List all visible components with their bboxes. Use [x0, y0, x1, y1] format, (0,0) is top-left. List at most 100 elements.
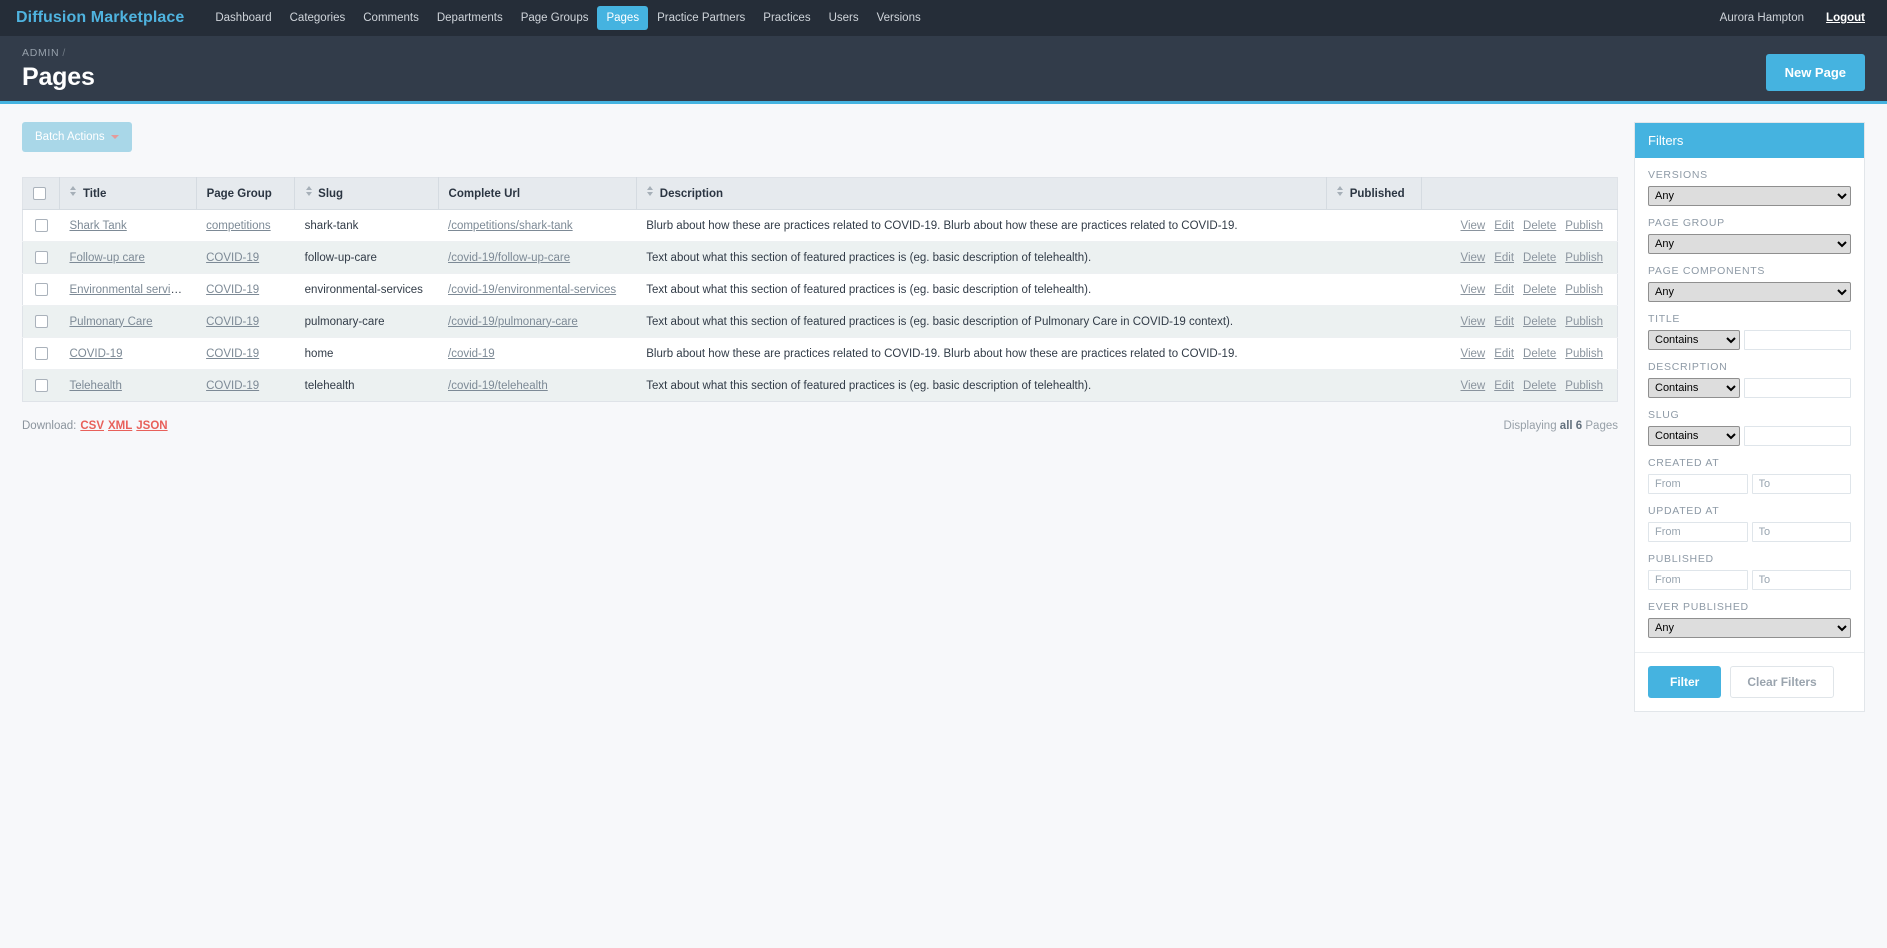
- row-action-view[interactable]: View: [1460, 348, 1485, 360]
- row-page-group-link[interactable]: COVID-19: [206, 380, 259, 392]
- nav-link-categories[interactable]: Categories: [281, 6, 355, 30]
- row-select-checkbox[interactable]: [34, 219, 48, 232]
- row-action-edit[interactable]: Edit: [1494, 348, 1514, 360]
- filter-published-from[interactable]: [1648, 570, 1748, 590]
- row-action-view[interactable]: View: [1460, 252, 1485, 264]
- nav-link-dashboard[interactable]: Dashboard: [206, 6, 280, 30]
- filter-updated-at-from[interactable]: [1648, 522, 1748, 542]
- new-page-button[interactable]: New Page: [1765, 54, 1865, 91]
- nav-link-practices[interactable]: Practices: [754, 6, 819, 30]
- row-action-publish[interactable]: Publish: [1565, 348, 1603, 360]
- filter-title-input[interactable]: [1744, 330, 1851, 350]
- filter-description-input[interactable]: [1744, 378, 1851, 398]
- filter-title-operator[interactable]: Contains: [1648, 330, 1740, 350]
- filter-slug-input[interactable]: [1744, 426, 1851, 446]
- row-action-publish[interactable]: Publish: [1565, 252, 1603, 264]
- row-published-cell: [1326, 209, 1422, 242]
- row-action-view[interactable]: View: [1460, 316, 1485, 328]
- filter-page-group-select[interactable]: Any: [1648, 234, 1851, 254]
- filter-versions-select[interactable]: Any: [1648, 186, 1851, 206]
- row-title-link[interactable]: Environmental services: [69, 284, 188, 296]
- row-page-group-link[interactable]: COVID-19: [206, 252, 259, 264]
- row-complete-url-link[interactable]: /covid-19/follow-up-care: [448, 252, 570, 264]
- published-row: [1648, 570, 1851, 590]
- row-action-delete[interactable]: Delete: [1523, 348, 1556, 360]
- row-action-edit[interactable]: Edit: [1494, 220, 1514, 232]
- row-complete-url-link[interactable]: /covid-19/pulmonary-care: [448, 316, 578, 328]
- filter-description-operator[interactable]: Contains: [1648, 378, 1740, 398]
- primary-nav: Dashboard Categories Comments Departments Pa…: [206, 0, 929, 36]
- row-action-publish[interactable]: Publish: [1565, 220, 1603, 232]
- column-label: Published: [1349, 188, 1405, 200]
- nav-link-practice-partners[interactable]: Practice Partners: [648, 6, 754, 30]
- column-header-published[interactable]: Published: [1326, 177, 1422, 210]
- row-title-link[interactable]: Shark Tank: [69, 220, 126, 232]
- nav-link-comments[interactable]: Comments: [354, 6, 428, 30]
- row-action-edit[interactable]: Edit: [1494, 252, 1514, 264]
- row-title-link[interactable]: Pulmonary Care: [69, 316, 152, 328]
- select-all-header: [22, 177, 60, 210]
- row-select-checkbox[interactable]: [34, 315, 48, 328]
- row-action-publish[interactable]: Publish: [1565, 380, 1603, 392]
- filter-created-at-from[interactable]: [1648, 474, 1748, 494]
- row-complete-url-link[interactable]: /covid-19/environmental-services: [448, 284, 616, 296]
- row-action-publish[interactable]: Publish: [1565, 316, 1603, 328]
- row-action-delete[interactable]: Delete: [1523, 380, 1556, 392]
- row-select-checkbox[interactable]: [34, 347, 48, 360]
- nav-link-departments[interactable]: Departments: [428, 6, 512, 30]
- breadcrumb-admin[interactable]: ADMIN: [22, 47, 59, 59]
- nav-link-users[interactable]: Users: [820, 6, 868, 30]
- nav-link-versions[interactable]: Versions: [868, 6, 930, 30]
- filter-published-to[interactable]: [1751, 570, 1851, 590]
- row-action-view[interactable]: View: [1460, 380, 1485, 392]
- row-action-delete[interactable]: Delete: [1523, 220, 1556, 232]
- row-action-view[interactable]: View: [1460, 220, 1485, 232]
- filter-button[interactable]: Filter: [1648, 666, 1722, 698]
- nav-link-page-groups[interactable]: Page Groups: [512, 6, 598, 30]
- row-page-group-link[interactable]: COVID-19: [206, 348, 259, 360]
- row-actions-cell: View Edit Delete Publish: [1421, 337, 1618, 370]
- row-action-edit[interactable]: Edit: [1494, 316, 1514, 328]
- row-action-view[interactable]: View: [1460, 284, 1485, 296]
- table-footer: Download: CSV XML JSON Displaying all 6 Pa…: [22, 420, 1618, 432]
- row-select-checkbox[interactable]: [34, 251, 48, 264]
- row-action-delete[interactable]: Delete: [1523, 284, 1556, 296]
- filter-slug-operator[interactable]: Contains: [1648, 426, 1740, 446]
- row-action-edit[interactable]: Edit: [1494, 380, 1514, 392]
- row-action-publish[interactable]: Publish: [1565, 284, 1603, 296]
- logout-link[interactable]: Logout: [1826, 12, 1865, 24]
- column-header-slug[interactable]: Slug: [294, 177, 439, 210]
- clear-filters-button[interactable]: Clear Filters: [1730, 666, 1834, 698]
- row-complete-url-link[interactable]: /covid-19/telehealth: [448, 380, 548, 392]
- download-xml-link[interactable]: XML: [108, 420, 132, 432]
- select-all-checkbox[interactable]: [33, 187, 46, 200]
- row-title-link[interactable]: Telehealth: [69, 380, 121, 392]
- filter-updated-at-to[interactable]: [1751, 522, 1851, 542]
- row-action-delete[interactable]: Delete: [1523, 316, 1556, 328]
- row-select-checkbox[interactable]: [34, 379, 48, 392]
- row-page-group-link[interactable]: competitions: [206, 220, 271, 232]
- column-header-description[interactable]: Description: [636, 177, 1327, 210]
- row-title-link[interactable]: COVID-19: [69, 348, 122, 360]
- column-header-title[interactable]: Title: [59, 177, 197, 210]
- row-action-delete[interactable]: Delete: [1523, 252, 1556, 264]
- filter-page-components-select[interactable]: Any: [1648, 282, 1851, 302]
- row-action-edit[interactable]: Edit: [1494, 284, 1514, 296]
- filter-created-at-to[interactable]: [1751, 474, 1851, 494]
- download-csv-link[interactable]: CSV: [80, 420, 104, 432]
- nav-link-pages[interactable]: Pages: [597, 6, 649, 30]
- brand-logo[interactable]: Diffusion Marketplace: [16, 9, 184, 27]
- row-page-group-link[interactable]: COVID-19: [206, 284, 259, 296]
- column-header-page-group[interactable]: Page Group: [196, 177, 296, 210]
- row-complete-url-link[interactable]: /competitions/shark-tank: [448, 220, 573, 232]
- row-select-checkbox[interactable]: [34, 283, 48, 296]
- download-json-link[interactable]: JSON: [136, 420, 167, 432]
- batch-actions-button[interactable]: Batch Actions: [22, 122, 132, 152]
- column-header-complete-url[interactable]: Complete Url: [438, 177, 637, 210]
- filter-ever-published-select[interactable]: Any: [1648, 618, 1851, 638]
- row-title-cell: Shark Tank: [59, 209, 197, 242]
- table-row: Shark Tank competitions shark-tank/competi…: [22, 209, 1618, 242]
- row-complete-url-link[interactable]: /covid-19: [448, 348, 495, 360]
- row-title-link[interactable]: Follow-up care: [69, 252, 144, 264]
- row-page-group-link[interactable]: COVID-19: [206, 316, 259, 328]
